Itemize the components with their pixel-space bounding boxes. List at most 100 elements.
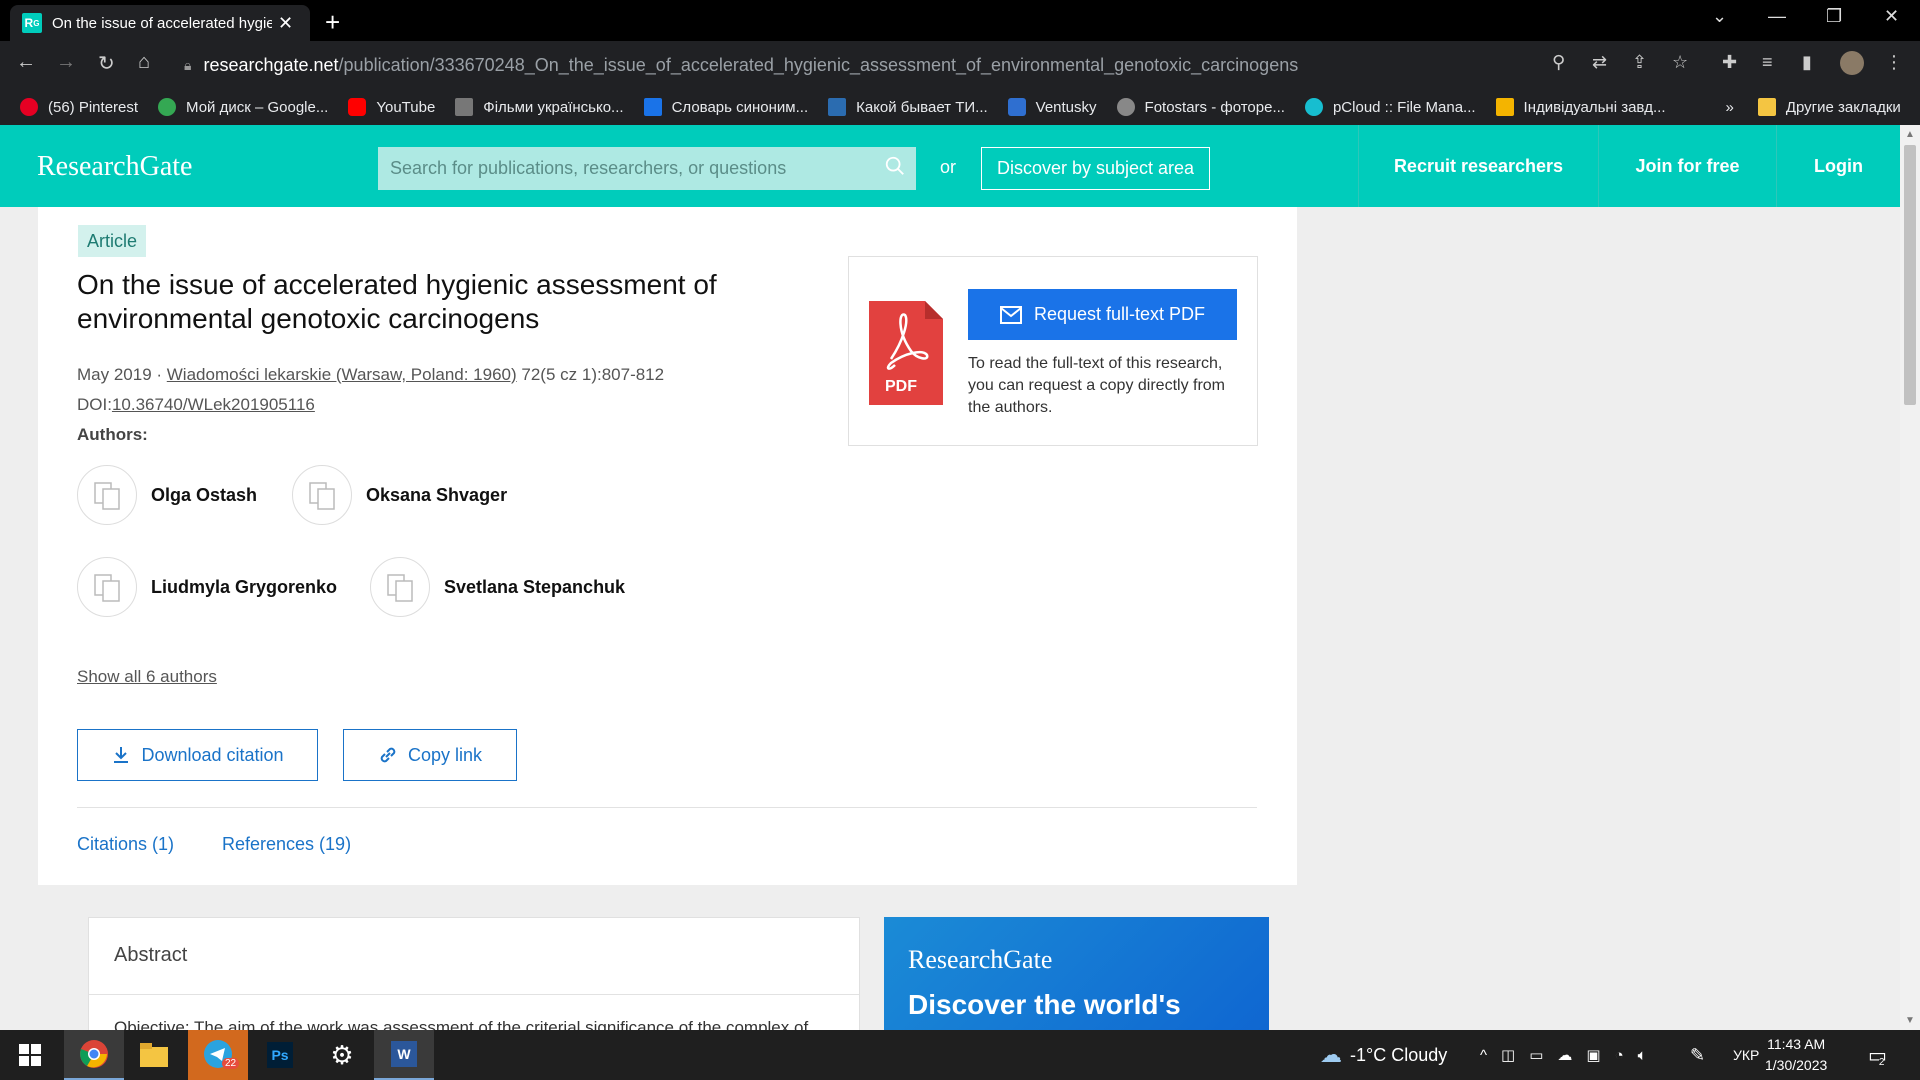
side-panel-icon[interactable]: ▮ bbox=[1802, 52, 1812, 73]
extensions-icon[interactable]: ✚ bbox=[1722, 52, 1737, 73]
tray-chevron-icon[interactable]: ^ bbox=[1480, 1047, 1501, 1064]
language-indicator[interactable]: УКР bbox=[1733, 1030, 1759, 1080]
article-type-badge: Article bbox=[78, 225, 146, 257]
request-full-text-button[interactable]: Request full-text PDF bbox=[968, 289, 1237, 340]
profile-avatar[interactable] bbox=[1840, 51, 1864, 75]
bookmark-item[interactable]: Фільми українсько... bbox=[455, 98, 624, 116]
display-icon[interactable]: ▣ bbox=[1586, 1046, 1614, 1064]
other-bookmarks-folder[interactable]: Другие закладки bbox=[1757, 98, 1901, 116]
author-name[interactable]: Svetlana Stepanchuk bbox=[444, 577, 625, 598]
restore-icon[interactable]: ❐ bbox=[1826, 6, 1842, 27]
clock[interactable]: 11:43 AM 1/30/2023 bbox=[1765, 1034, 1827, 1076]
translate-icon[interactable]: ⇄ bbox=[1592, 52, 1607, 73]
photoshop-icon[interactable]: Ps bbox=[250, 1030, 310, 1080]
reload-icon[interactable]: ↻ bbox=[98, 51, 115, 76]
bookmark-item[interactable]: Fotostars - фоторе... bbox=[1116, 98, 1285, 116]
download-citation-button[interactable]: Download citation bbox=[77, 729, 318, 781]
volume-icon[interactable]: 🔈︎ bbox=[1638, 1047, 1661, 1064]
bookmark-item[interactable]: Ventusky bbox=[1007, 98, 1097, 116]
recruit-researchers-link[interactable]: Recruit researchers bbox=[1358, 125, 1598, 207]
wifi-icon[interactable]: ◔ bbox=[1615, 1047, 1638, 1064]
weather-widget[interactable]: ☁ -1°C Cloudy bbox=[1320, 1030, 1447, 1080]
home-icon[interactable]: ⌂ bbox=[138, 51, 150, 74]
bookmark-star-icon[interactable]: ☆ bbox=[1672, 52, 1688, 73]
author-name[interactable]: Olga Ostash bbox=[151, 485, 257, 506]
telegram-icon[interactable]: 22 bbox=[188, 1030, 248, 1080]
windows-start-icon[interactable] bbox=[0, 1030, 60, 1080]
forward-icon[interactable]: → bbox=[56, 51, 76, 74]
bookmark-label: Мой диск – Google... bbox=[186, 98, 329, 116]
tab-references[interactable]: References (19) bbox=[222, 834, 351, 855]
bookmarks-bar: (56) Pinterest Мой диск – Google... YouT… bbox=[0, 89, 1920, 125]
abstract-card: Abstract Objective: The aim of the work … bbox=[88, 917, 860, 1037]
bookmark-label: YouTube bbox=[376, 98, 436, 116]
minimize-icon[interactable]: — bbox=[1768, 6, 1786, 27]
author-avatar-icon[interactable] bbox=[77, 465, 137, 525]
pen-icon[interactable]: ✎ bbox=[1690, 1030, 1705, 1080]
author-item[interactable]: Svetlana Stepanchuk bbox=[370, 557, 625, 617]
abstract-divider bbox=[89, 994, 859, 995]
browser-tab[interactable]: RG On the issue of accelerated hygie ✕ bbox=[10, 5, 310, 41]
meet-icon[interactable]: ◫ bbox=[1501, 1046, 1529, 1064]
zoom-search-icon[interactable]: ⚲ bbox=[1552, 52, 1565, 73]
address-bar[interactable]: 🔒︎ researchgate.net /publication/3336702… bbox=[172, 47, 1692, 83]
discover-by-subject-button[interactable]: Discover by subject area bbox=[981, 147, 1210, 190]
publication-date: May 2019 · bbox=[77, 365, 167, 384]
promo-headline: Discover the world's bbox=[908, 989, 1181, 1020]
author-name[interactable]: Liudmyla Grygorenko bbox=[151, 577, 337, 598]
share-icon[interactable]: ⇪ bbox=[1632, 52, 1647, 73]
fotostars-icon bbox=[1116, 98, 1135, 116]
file-explorer-icon[interactable] bbox=[124, 1030, 184, 1080]
menu-icon[interactable]: ⋮ bbox=[1885, 52, 1903, 73]
more-bookmarks-button[interactable]: » bbox=[1725, 99, 1733, 116]
bookmark-item[interactable]: Какой бывает ТИ... bbox=[828, 98, 988, 116]
bookmark-label: pCloud :: File Mana... bbox=[1332, 98, 1476, 116]
bookmark-item[interactable]: (56) Pinterest bbox=[20, 98, 138, 116]
login-link[interactable]: Login bbox=[1776, 125, 1900, 207]
close-tab-icon[interactable]: ✕ bbox=[278, 13, 293, 34]
show-all-authors-link[interactable]: Show all 6 authors bbox=[77, 667, 217, 687]
scrollbar-thumb[interactable] bbox=[1904, 145, 1916, 405]
bookmark-label: Словарь синоним... bbox=[671, 98, 809, 116]
bookmark-item[interactable]: pCloud :: File Mana... bbox=[1304, 98, 1476, 116]
author-item[interactable]: Oksana Shvager bbox=[292, 465, 507, 525]
pdf-icon-label: PDF bbox=[885, 378, 917, 395]
bookmark-label: Ventusky bbox=[1035, 98, 1097, 116]
tab-search-chevron-icon[interactable]: ⌄ bbox=[1712, 6, 1727, 27]
search-icon[interactable] bbox=[884, 155, 906, 177]
bookmark-item[interactable]: YouTube bbox=[348, 98, 435, 116]
search-input[interactable] bbox=[390, 158, 870, 179]
page-scrollbar[interactable]: ▲ ▼ bbox=[1900, 125, 1920, 1030]
lock-icon[interactable]: 🔒︎ bbox=[184, 57, 191, 74]
bookmark-item[interactable]: Індивідуальні завд... bbox=[1495, 98, 1665, 116]
close-window-icon[interactable]: ✕ bbox=[1884, 6, 1899, 27]
request-full-text-label: Request full-text PDF bbox=[1033, 304, 1206, 324]
word-icon[interactable]: W bbox=[374, 1030, 434, 1080]
signup-promo-banner[interactable]: ResearchGate Discover the world's bbox=[884, 917, 1269, 1037]
bookmark-item[interactable]: Мой диск – Google... bbox=[158, 98, 328, 116]
scroll-up-icon[interactable]: ▲ bbox=[1905, 129, 1915, 140]
system-tray[interactable]: ^ ◫ ▭ ☁ ▣ ◔ 🔈︎ bbox=[1480, 1030, 1661, 1080]
notifications-icon[interactable]: ▭ 2 bbox=[1868, 1030, 1887, 1080]
doi-link[interactable]: 10.36740/WLek201905116 bbox=[112, 395, 315, 414]
researchgate-logo[interactable]: ResearchGate bbox=[37, 151, 192, 183]
bookmark-item[interactable]: Словарь синоним... bbox=[643, 98, 809, 116]
settings-gear-icon[interactable]: ⚙ bbox=[312, 1030, 372, 1080]
author-avatar-icon[interactable] bbox=[77, 557, 137, 617]
join-for-free-link[interactable]: Join for free bbox=[1598, 125, 1776, 207]
new-tab-icon[interactable]: + bbox=[325, 7, 340, 38]
journal-link[interactable]: Wiadomości lekarskie (Warsaw, Poland: 19… bbox=[167, 365, 517, 384]
chrome-taskbar-icon[interactable] bbox=[64, 1030, 124, 1080]
copy-link-button[interactable]: Copy link bbox=[343, 729, 517, 781]
author-avatar-icon[interactable] bbox=[370, 557, 430, 617]
scroll-down-icon[interactable]: ▼ bbox=[1905, 1015, 1915, 1026]
onedrive-icon[interactable]: ☁ bbox=[1557, 1046, 1586, 1064]
tab-citations[interactable]: Citations (1) bbox=[77, 834, 174, 855]
author-avatar-icon[interactable] bbox=[292, 465, 352, 525]
battery-icon[interactable]: ▭ bbox=[1529, 1046, 1557, 1064]
author-item[interactable]: Liudmyla Grygorenko bbox=[77, 557, 337, 617]
back-icon[interactable]: ← bbox=[16, 51, 36, 74]
media-queue-icon[interactable]: ≡ bbox=[1762, 52, 1773, 73]
author-item[interactable]: Olga Ostash bbox=[77, 465, 257, 525]
author-name[interactable]: Oksana Shvager bbox=[366, 485, 507, 506]
